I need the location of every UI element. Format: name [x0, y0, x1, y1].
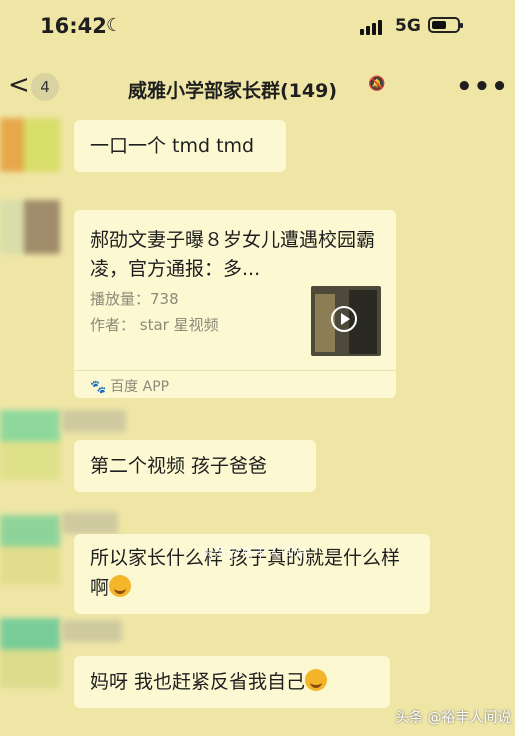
back-chevron-icon[interactable]: < — [8, 70, 30, 100]
sender-name — [62, 512, 118, 534]
avatar[interactable] — [0, 200, 60, 254]
sender-name — [62, 410, 126, 432]
divider — [74, 370, 396, 371]
message-text: 第二个视频 孩子爸爸 — [90, 455, 268, 477]
battery-icon — [428, 17, 463, 33]
avatar[interactable] — [0, 515, 60, 585]
laughing-crying-emoji-icon — [305, 669, 328, 691]
message-bubble[interactable]: 妈呀 我也赶紧反省我自己 — [74, 656, 390, 708]
card-title: 郝劭文妻子曝８岁女儿遭遇校园霸凌，官方通报：多... — [90, 229, 376, 280]
message-bubble[interactable]: 第二个视频 孩子爸爸 — [74, 440, 316, 492]
avatar[interactable] — [0, 410, 60, 480]
signal-icon — [360, 18, 388, 35]
baidu-paw-icon: 🐾 — [90, 380, 107, 395]
laughing-crying-emoji-icon — [109, 575, 132, 597]
watermark: 头条@裕丰人间说 — [200, 546, 309, 561]
play-count: 播放量：738 — [90, 290, 179, 308]
card-source: 🐾 百度 APP — [90, 376, 169, 396]
more-options-icon[interactable]: ••• — [456, 72, 509, 102]
moon-icon: ☾ — [106, 15, 123, 36]
status-time: 16:42 — [40, 14, 107, 38]
message-text: 一口一个 tmd tmd — [90, 135, 255, 157]
unread-badge[interactable]: 4 — [31, 73, 59, 101]
chat-header: < 4 威雅小学部家长群(149) 🔕 ••• — [0, 62, 515, 112]
muted-bell-icon: 🔕 — [368, 76, 386, 92]
source-label: 百度 APP — [110, 379, 170, 395]
avatar[interactable] — [0, 618, 60, 688]
status-bar: 16:42 ☾ 5G — [0, 0, 515, 54]
card-author: 作者： star 星视频 — [90, 316, 219, 334]
chat-title: 威雅小学部家长群(149) — [128, 80, 338, 102]
network-label: 5G — [395, 16, 421, 36]
sender-name — [62, 620, 122, 642]
video-thumbnail[interactable] — [311, 286, 381, 356]
message-text: 妈呀 我也赶紧反省我自己 — [90, 671, 306, 693]
video-link-card[interactable]: 郝劭文妻子曝８岁女儿遭遇校园霸凌，官方通报：多... 播放量：738 作者： s… — [74, 210, 396, 398]
avatar[interactable] — [0, 118, 60, 172]
source-footer: 头条 @裕丰人间说 — [395, 710, 512, 726]
play-icon — [331, 306, 357, 332]
message-bubble[interactable]: 一口一个 tmd tmd — [74, 120, 286, 172]
